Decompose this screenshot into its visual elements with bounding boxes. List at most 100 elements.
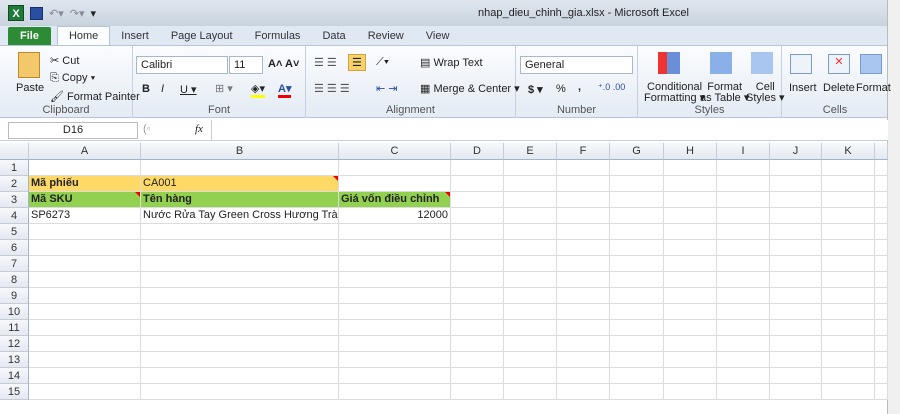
cell-J13[interactable] — [770, 352, 822, 368]
row-header-3[interactable]: 3 — [0, 192, 29, 208]
cell-A15[interactable] — [29, 384, 141, 400]
cell-D15[interactable] — [451, 384, 504, 400]
cell-J11[interactable] — [770, 320, 822, 336]
cell-G1[interactable] — [610, 160, 664, 176]
comma-button[interactable]: , — [578, 81, 581, 93]
cell-E4[interactable] — [504, 208, 557, 224]
cell-I10[interactable] — [717, 304, 770, 320]
row-header-5[interactable]: 5 — [0, 224, 29, 240]
indent-icon[interactable]: ⇤ ⇥ — [376, 82, 398, 95]
row-header-8[interactable]: 8 — [0, 272, 29, 288]
cell-A3[interactable]: Mã SKU — [29, 192, 141, 208]
cell-F11[interactable] — [557, 320, 610, 336]
currency-button[interactable]: $ ▾ — [528, 83, 543, 96]
paste-button[interactable]: Paste — [16, 82, 44, 94]
cell-G5[interactable] — [610, 224, 664, 240]
cell-E10[interactable] — [504, 304, 557, 320]
cell-H2[interactable] — [664, 176, 717, 192]
cell-K13[interactable] — [822, 352, 875, 368]
cell-B4[interactable]: Nước Rửa Tay Green Cross Hương Trà Xanh — [141, 208, 339, 224]
cell-I6[interactable] — [717, 240, 770, 256]
cell-C10[interactable] — [339, 304, 451, 320]
cell-A11[interactable] — [29, 320, 141, 336]
cell-D9[interactable] — [451, 288, 504, 304]
cell-G11[interactable] — [610, 320, 664, 336]
row-header-4[interactable]: 4 — [0, 208, 29, 224]
column-header-F[interactable]: F — [557, 143, 610, 160]
cell-A4[interactable]: SP6273 — [29, 208, 141, 224]
cell-I12[interactable] — [717, 336, 770, 352]
cell-J15[interactable] — [770, 384, 822, 400]
cell-F13[interactable] — [557, 352, 610, 368]
cell-G9[interactable] — [610, 288, 664, 304]
cell-D8[interactable] — [451, 272, 504, 288]
cell-I2[interactable] — [717, 176, 770, 192]
decimal-icons[interactable]: ⁺.0 .00 — [598, 82, 625, 93]
cell-partial[interactable] — [875, 176, 888, 192]
format-as-table-button[interactable]: Format as Table ▾ — [700, 82, 749, 104]
cell-G4[interactable] — [610, 208, 664, 224]
cell-partial[interactable] — [875, 304, 888, 320]
cell-D7[interactable] — [451, 256, 504, 272]
cell-partial[interactable] — [875, 336, 888, 352]
cell-partial[interactable] — [875, 208, 888, 224]
cell-B8[interactable] — [141, 272, 339, 288]
cell-A7[interactable] — [29, 256, 141, 272]
cell-E7[interactable] — [504, 256, 557, 272]
cell-A6[interactable] — [29, 240, 141, 256]
cell-A13[interactable] — [29, 352, 141, 368]
cell-H7[interactable] — [664, 256, 717, 272]
cell-E2[interactable] — [504, 176, 557, 192]
cell-partial[interactable] — [875, 256, 888, 272]
cell-H6[interactable] — [664, 240, 717, 256]
tab-home[interactable]: Home — [56, 26, 111, 45]
cell-D11[interactable] — [451, 320, 504, 336]
cell-B1[interactable] — [141, 160, 339, 176]
column-header-J[interactable]: J — [770, 143, 822, 160]
column-header-H[interactable]: H — [664, 143, 717, 160]
cell-B10[interactable] — [141, 304, 339, 320]
row-header-11[interactable]: 11 — [0, 320, 29, 336]
tab-insert[interactable]: Insert — [110, 27, 160, 45]
row-header-1[interactable]: 1 — [0, 160, 29, 176]
cell-D6[interactable] — [451, 240, 504, 256]
cell-B2[interactable]: CA001 — [141, 176, 339, 192]
column-header-I[interactable]: I — [717, 143, 770, 160]
cell-A14[interactable] — [29, 368, 141, 384]
row-header-2[interactable]: 2 — [0, 176, 29, 192]
cell-J10[interactable] — [770, 304, 822, 320]
tab-data[interactable]: Data — [311, 27, 356, 45]
cell-E12[interactable] — [504, 336, 557, 352]
cell-styles-button[interactable]: Cell Styles ▾ — [746, 82, 785, 104]
cell-I13[interactable] — [717, 352, 770, 368]
cell-K10[interactable] — [822, 304, 875, 320]
cell-K9[interactable] — [822, 288, 875, 304]
cell-E6[interactable] — [504, 240, 557, 256]
cell-partial[interactable] — [875, 288, 888, 304]
wrap-text-button[interactable]: ▤ Wrap Text — [420, 56, 483, 69]
cell-C1[interactable] — [339, 160, 451, 176]
cell-I7[interactable] — [717, 256, 770, 272]
cell-E11[interactable] — [504, 320, 557, 336]
cell-C15[interactable] — [339, 384, 451, 400]
conditional-formatting-button[interactable]: Conditional Formatting ▾ — [644, 82, 705, 104]
cell-A9[interactable] — [29, 288, 141, 304]
italic-icon[interactable]: I — [161, 83, 164, 95]
select-all-button[interactable] — [0, 143, 29, 160]
tab-formulas[interactable]: Formulas — [244, 27, 312, 45]
cell-E1[interactable] — [504, 160, 557, 176]
row-header-6[interactable]: 6 — [0, 240, 29, 256]
cell-I3[interactable] — [717, 192, 770, 208]
cell-partial[interactable] — [875, 224, 888, 240]
undo-icon[interactable]: ↶▾ — [49, 7, 64, 20]
cell-G3[interactable] — [610, 192, 664, 208]
cell-B14[interactable] — [141, 368, 339, 384]
paste-icon[interactable] — [18, 52, 40, 78]
column-header-E[interactable]: E — [504, 143, 557, 160]
grow-font-icon[interactable]: A˄ A˅ — [268, 58, 299, 70]
cell-H9[interactable] — [664, 288, 717, 304]
cell-C5[interactable] — [339, 224, 451, 240]
cell-E8[interactable] — [504, 272, 557, 288]
tab-review[interactable]: Review — [357, 27, 415, 45]
merge-center-button[interactable]: ▦ Merge & Center ▾ — [420, 82, 520, 95]
